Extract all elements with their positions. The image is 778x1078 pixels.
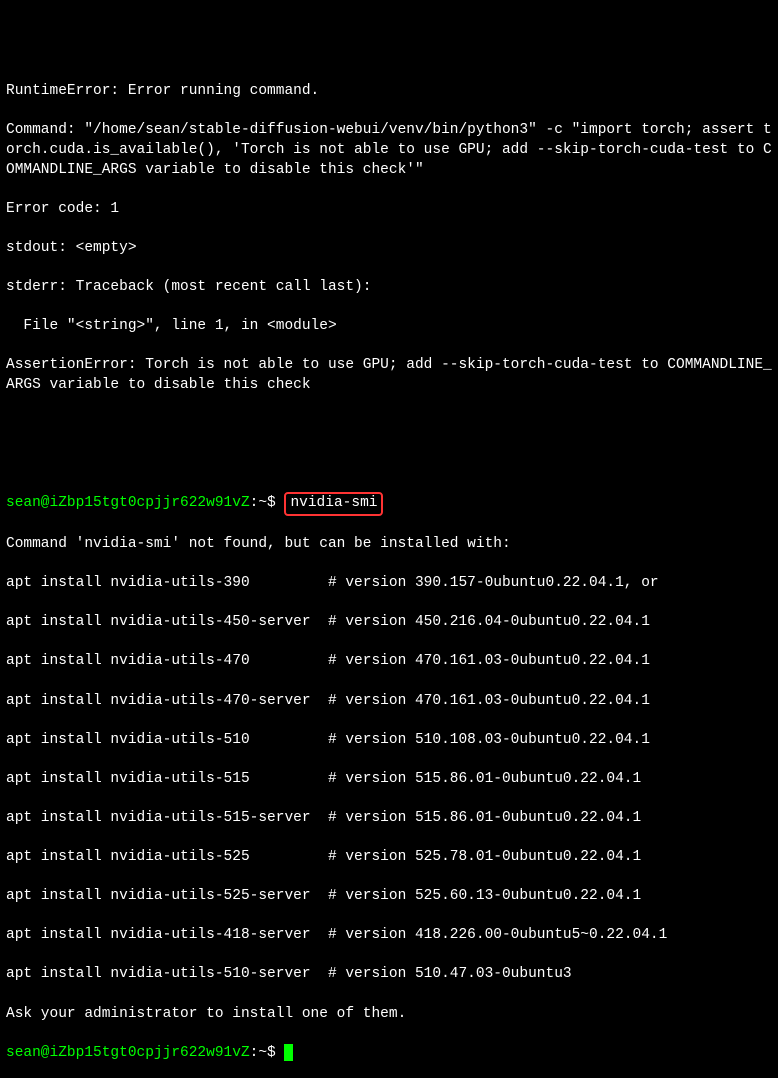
- error-file: File "<string>", line 1, in <module>: [6, 317, 772, 337]
- cursor-icon: [284, 1044, 293, 1061]
- prompt-user-host: sean@iZbp15tgt0cpjjr622w91vZ: [6, 495, 250, 511]
- prompt-path: :~$: [250, 1045, 285, 1061]
- error-code: Error code: 1: [6, 200, 772, 220]
- error-runtime: RuntimeError: Error running command.: [6, 82, 772, 102]
- apt-suggestion: apt install nvidia-utils-515-server # ve…: [6, 809, 772, 829]
- prompt-user-host: sean@iZbp15tgt0cpjjr622w91vZ: [6, 1045, 250, 1061]
- apt-suggestion: apt install nvidia-utils-525-server # ve…: [6, 887, 772, 907]
- blank-line: [6, 415, 772, 434]
- blank-line: [6, 453, 772, 472]
- ask-admin: Ask your administrator to install one of…: [6, 1005, 772, 1025]
- error-stdout: stdout: <empty>: [6, 239, 772, 259]
- apt-suggestion: apt install nvidia-utils-450-server # ve…: [6, 613, 772, 633]
- apt-suggestion: apt install nvidia-utils-515 # version 5…: [6, 770, 772, 790]
- apt-suggestion: apt install nvidia-utils-470 # version 4…: [6, 652, 772, 672]
- apt-suggestion: apt install nvidia-utils-510 # version 5…: [6, 731, 772, 751]
- prompt-line-2[interactable]: sean@iZbp15tgt0cpjjr622w91vZ:~$: [6, 1044, 772, 1064]
- error-stderr: stderr: Traceback (most recent call last…: [6, 278, 772, 298]
- error-assertion: AssertionError: Torch is not able to use…: [6, 356, 772, 395]
- apt-suggestion: apt install nvidia-utils-510-server # ve…: [6, 965, 772, 985]
- apt-suggestion: apt install nvidia-utils-390 # version 3…: [6, 574, 772, 594]
- not-found-message: Command 'nvidia-smi' not found, but can …: [6, 535, 772, 555]
- prompt-line-1[interactable]: sean@iZbp15tgt0cpjjr622w91vZ:~$ nvidia-s…: [6, 492, 772, 516]
- error-command: Command: "/home/sean/stable-diffusion-we…: [6, 121, 772, 180]
- apt-suggestion: apt install nvidia-utils-470-server # ve…: [6, 692, 772, 712]
- apt-suggestion: apt install nvidia-utils-418-server # ve…: [6, 926, 772, 946]
- prompt-path: :~$: [250, 495, 285, 511]
- apt-suggestion: apt install nvidia-utils-525 # version 5…: [6, 848, 772, 868]
- command-highlight: nvidia-smi: [284, 492, 383, 516]
